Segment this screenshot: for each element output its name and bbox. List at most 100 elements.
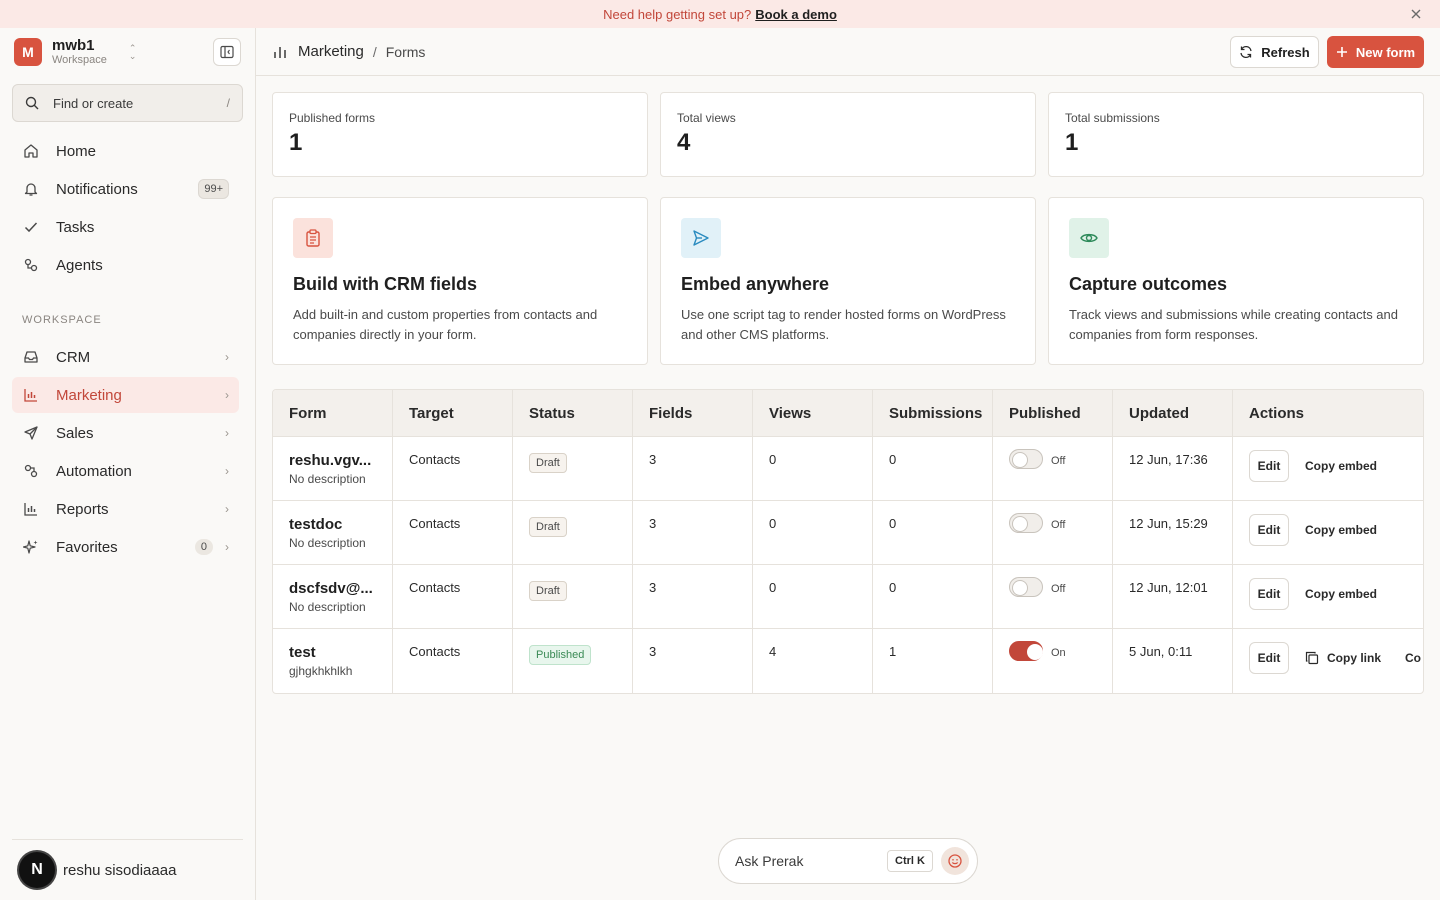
stat-title: Published forms	[289, 111, 376, 125]
published-toggle[interactable]	[1009, 577, 1043, 597]
copy-icon	[1305, 651, 1319, 665]
form-name[interactable]: reshu.vgv...	[289, 452, 376, 469]
form-views-count: 0	[753, 501, 873, 564]
copy-link-button[interactable]: Copy link	[1305, 651, 1381, 665]
sidebar-collapse-button[interactable]	[213, 38, 241, 66]
close-icon[interactable]	[1408, 6, 1424, 22]
edit-button[interactable]: Edit	[1249, 514, 1289, 546]
published-toggle[interactable]	[1009, 449, 1043, 469]
sidebar-item-automation[interactable]: Automation ›	[12, 453, 239, 489]
stat-value: 1	[1065, 129, 1079, 156]
sidebar-item-label: Sales	[56, 424, 94, 442]
user-profile[interactable]: N reshu sisodiaaaa	[12, 839, 243, 900]
home-icon	[22, 142, 40, 160]
column-header-form[interactable]: Form	[273, 390, 393, 436]
form-updated: 12 Jun, 17:36	[1113, 437, 1233, 500]
form-name[interactable]: testdoc	[289, 516, 376, 533]
form-updated: 5 Jun, 0:11	[1113, 629, 1233, 693]
table-row[interactable]: testdoc No description Contacts Draft 3 0…	[273, 501, 1423, 565]
feature-card-crm-fields: Build with CRM fields Add built-in and c…	[272, 197, 648, 365]
sidebar-item-notifications[interactable]: Notifications 99+	[12, 171, 239, 207]
workspace-switcher[interactable]: M mwb1 Workspace ⌃ ⌄	[14, 38, 136, 66]
column-header-status[interactable]: Status	[513, 390, 633, 436]
check-icon	[22, 218, 40, 236]
column-header-actions: Actions	[1233, 390, 1423, 436]
sidebar-item-label: Agents	[56, 256, 103, 274]
form-fields-count: 3	[633, 437, 753, 500]
form-target: Contacts	[393, 437, 513, 500]
sidebar-item-home[interactable]: Home	[12, 133, 239, 169]
feature-card-capture: Capture outcomes Track views and submiss…	[1048, 197, 1424, 365]
sidebar-item-favorites[interactable]: Favorites 0 ›	[12, 529, 239, 565]
copy-embed-button[interactable]: Copy embed	[1305, 587, 1377, 601]
column-header-views[interactable]: Views	[753, 390, 873, 436]
sidebar-item-reports[interactable]: Reports ›	[12, 491, 239, 527]
column-header-published[interactable]: Published	[993, 390, 1113, 436]
user-name: reshu sisodiaaaa	[63, 861, 177, 879]
column-header-updated[interactable]: Updated	[1113, 390, 1233, 436]
status-badge: Draft	[529, 453, 567, 473]
sidebar: M mwb1 Workspace ⌃ ⌄ Find or create / Hom…	[0, 28, 256, 900]
truncated-action-button[interactable]: Co	[1405, 651, 1421, 665]
copy-embed-button[interactable]: Copy embed	[1305, 459, 1377, 473]
sidebar-item-label: CRM	[56, 348, 91, 366]
form-submissions-count: 0	[873, 501, 993, 564]
workspace-logo: M	[14, 38, 42, 66]
chevron-right-icon: ›	[225, 426, 229, 440]
sidebar-item-tasks[interactable]: Tasks	[12, 209, 239, 245]
sidebar-item-agents[interactable]: Agents	[12, 247, 239, 283]
send-icon	[22, 424, 40, 442]
reports-icon	[22, 500, 40, 518]
table-row[interactable]: reshu.vgv... No description Contacts Draf…	[273, 437, 1423, 501]
form-fields-count: 3	[633, 629, 753, 693]
ask-assistant-bar[interactable]: Ask Prerak Ctrl K	[718, 838, 978, 884]
search-input[interactable]: Find or create /	[12, 84, 243, 122]
new-form-label: New form	[1355, 44, 1416, 60]
edit-button[interactable]: Edit	[1249, 578, 1289, 610]
breadcrumb-marketing[interactable]: Marketing	[298, 43, 364, 60]
ask-label: Ask Prerak	[735, 853, 804, 869]
refresh-label: Refresh	[1261, 44, 1310, 60]
sidebar-item-label: Reports	[56, 500, 109, 518]
form-description: No description	[289, 472, 366, 486]
column-header-submissions[interactable]: Submissions	[873, 390, 993, 436]
stat-value: 1	[289, 129, 303, 156]
eye-icon	[1069, 218, 1109, 258]
bar-chart-icon	[272, 44, 288, 60]
sidebar-item-label: Automation	[56, 462, 132, 480]
ask-shortcut: Ctrl K	[887, 850, 933, 872]
form-fields-count: 3	[633, 501, 753, 564]
edit-button[interactable]: Edit	[1249, 642, 1289, 674]
edit-button[interactable]: Edit	[1249, 450, 1289, 482]
feature-description: Add built-in and custom properties from …	[293, 307, 598, 342]
column-header-target[interactable]: Target	[393, 390, 513, 436]
search-icon	[25, 96, 39, 110]
table-row[interactable]: dscfsdv@... No description Contacts Draft…	[273, 565, 1423, 629]
status-badge: Published	[529, 645, 592, 665]
chevron-right-icon: ›	[225, 388, 229, 402]
sidebar-item-marketing[interactable]: Marketing ›	[12, 377, 239, 413]
form-updated: 12 Jun, 12:01	[1113, 565, 1233, 628]
sidebar-item-label: Marketing	[56, 386, 122, 404]
copy-embed-button[interactable]: Copy embed	[1305, 523, 1377, 537]
status-badge: Draft	[529, 517, 567, 537]
form-updated: 12 Jun, 15:29	[1113, 501, 1233, 564]
published-toggle[interactable]	[1009, 641, 1043, 661]
breadcrumb-separator: /	[372, 43, 377, 60]
new-form-button[interactable]: New form	[1327, 36, 1424, 68]
table-row[interactable]: test gjhgkhkhlkh Contacts Published 3 4 1…	[273, 629, 1423, 693]
table-header-row: Form Target Status Fields Views Submissi…	[273, 390, 1423, 437]
stat-title: Total submissions	[1065, 111, 1160, 125]
refresh-button[interactable]: Refresh	[1230, 36, 1319, 68]
smile-icon[interactable]	[941, 847, 969, 875]
published-toggle[interactable]	[1009, 513, 1043, 533]
published-toggle-label: Off	[1051, 454, 1066, 467]
sidebar-item-crm[interactable]: CRM ›	[12, 339, 239, 375]
book-demo-link[interactable]: Book a demo	[755, 7, 837, 22]
sidebar-item-label: Favorites	[56, 538, 118, 556]
form-name[interactable]: dscfsdv@...	[289, 580, 376, 597]
form-name[interactable]: test	[289, 644, 376, 661]
sidebar-item-sales[interactable]: Sales ›	[12, 415, 239, 451]
feature-title: Capture outcomes	[1069, 274, 1228, 294]
column-header-fields[interactable]: Fields	[633, 390, 753, 436]
